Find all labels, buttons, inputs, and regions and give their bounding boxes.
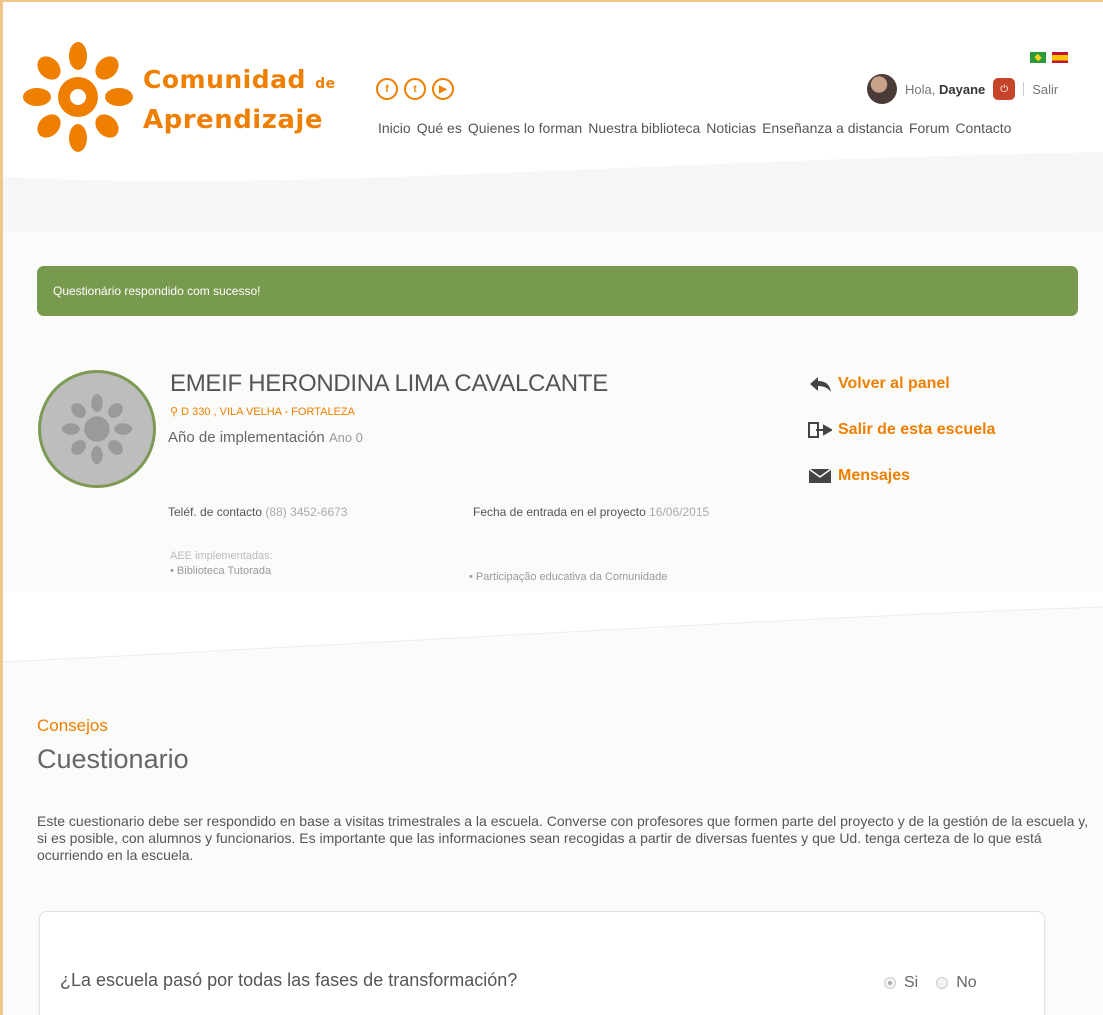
sun-logo-icon[interactable] bbox=[23, 42, 133, 152]
user-name: Dayane bbox=[938, 81, 986, 97]
greeting-text: Hola, Dayane bbox=[905, 81, 986, 97]
school-address: ⚲ D 330 , VILA VELHA - FORTALEZA bbox=[170, 406, 355, 418]
school-actions: Volver al panel Salir de esta escuela Me… bbox=[808, 375, 995, 513]
logo-line2: Aprendizaje bbox=[143, 105, 323, 135]
facebook-icon[interactable]: f bbox=[376, 78, 398, 100]
answer-options: Si No bbox=[884, 974, 977, 992]
leave-school-button[interactable]: Salir de esta escuela bbox=[808, 421, 995, 439]
aee-label: AEE implementadas: bbox=[170, 550, 273, 562]
divider bbox=[1023, 82, 1025, 96]
nav-item-inicio[interactable]: Inicio bbox=[378, 120, 411, 136]
nav-item-que-es[interactable]: Qué es bbox=[417, 120, 462, 136]
school-name: EMEIF HERONDINA LIMA CAVALCANTE bbox=[170, 370, 608, 397]
nav-item-biblioteca[interactable]: Nuestra biblioteca bbox=[588, 120, 700, 136]
school-sun-icon bbox=[62, 394, 132, 464]
nav-item-noticias[interactable]: Noticias bbox=[706, 120, 756, 136]
brazil-flag-icon[interactable] bbox=[1030, 52, 1046, 63]
school-logo bbox=[38, 370, 156, 488]
question-text: ¿La escuela pasó por todas las fases de … bbox=[60, 970, 518, 990]
site-header: Comunidad de Aprendizaje f t ▶ Hola, Day… bbox=[3, 2, 1103, 177]
spain-flag-icon[interactable] bbox=[1052, 52, 1068, 63]
implementation-year: Año de implementación Ano 0 bbox=[168, 429, 363, 446]
success-alert: Questionário respondido com sucesso! bbox=[37, 266, 1078, 316]
aee-item: • Biblioteca Tutorada bbox=[170, 565, 272, 577]
youtube-icon[interactable]: ▶ bbox=[432, 78, 454, 100]
exit-icon bbox=[808, 422, 832, 438]
twitter-icon[interactable]: t bbox=[404, 78, 426, 100]
power-icon[interactable]: ⏻ bbox=[993, 78, 1016, 100]
section-wave-divider bbox=[3, 592, 1103, 663]
questionnaire-intro: Este cuestionario debe ser respondido en… bbox=[37, 813, 1089, 863]
user-bar: Hola, Dayane ⏻ Salir bbox=[867, 74, 1058, 104]
questionnaire-title: Cuestionario bbox=[37, 744, 189, 774]
logo-wordmark[interactable]: Comunidad de Aprendizaje bbox=[143, 62, 336, 138]
nav-item-quienes[interactable]: Quienes lo forman bbox=[468, 120, 582, 136]
location-pin-icon: ⚲ bbox=[170, 406, 179, 418]
header-wave-divider bbox=[3, 152, 1103, 232]
envelope-icon bbox=[808, 468, 832, 483]
contact-phone: Teléf. de contacto (88) 3452-6673 bbox=[168, 505, 348, 519]
logo-line1-suffix: de bbox=[315, 76, 336, 92]
logout-link[interactable]: Salir bbox=[1032, 82, 1058, 97]
entry-date: Fecha de entrada en el proyecto 16/06/20… bbox=[473, 505, 710, 519]
reply-arrow-icon bbox=[810, 377, 831, 392]
radio-yes[interactable] bbox=[884, 977, 896, 989]
nav-item-forum[interactable]: Forum bbox=[909, 120, 949, 136]
contact-phone-value: (88) 3452-6673 bbox=[265, 505, 348, 519]
option-no[interactable]: No bbox=[936, 974, 977, 992]
entry-date-value: 16/06/2015 bbox=[649, 505, 710, 519]
page-frame: Comunidad de Aprendizaje f t ▶ Hola, Day… bbox=[0, 0, 1103, 1015]
question-card: ¿La escuela pasó por todas las fases de … bbox=[39, 911, 1045, 1015]
language-switcher bbox=[1030, 52, 1068, 63]
avatar[interactable] bbox=[867, 74, 897, 104]
nav-item-contacto[interactable]: Contacto bbox=[955, 120, 1011, 136]
back-to-panel-button[interactable]: Volver al panel bbox=[808, 375, 995, 393]
nav-item-ensenanza[interactable]: Enseñanza a distancia bbox=[762, 120, 903, 136]
option-yes[interactable]: Si bbox=[884, 974, 918, 992]
section-label: Consejos bbox=[37, 716, 108, 735]
main-nav: Inicio Qué es Quienes lo forman Nuestra … bbox=[378, 120, 1011, 136]
radio-no[interactable] bbox=[936, 977, 949, 989]
social-links: f t ▶ bbox=[376, 78, 454, 100]
aee-item: • Participação educativa da Comunidade bbox=[469, 571, 668, 583]
messages-button[interactable]: Mensajes bbox=[808, 467, 995, 485]
logo-line1: Comunidad bbox=[143, 65, 306, 94]
implementation-value: Ano 0 bbox=[328, 430, 363, 445]
